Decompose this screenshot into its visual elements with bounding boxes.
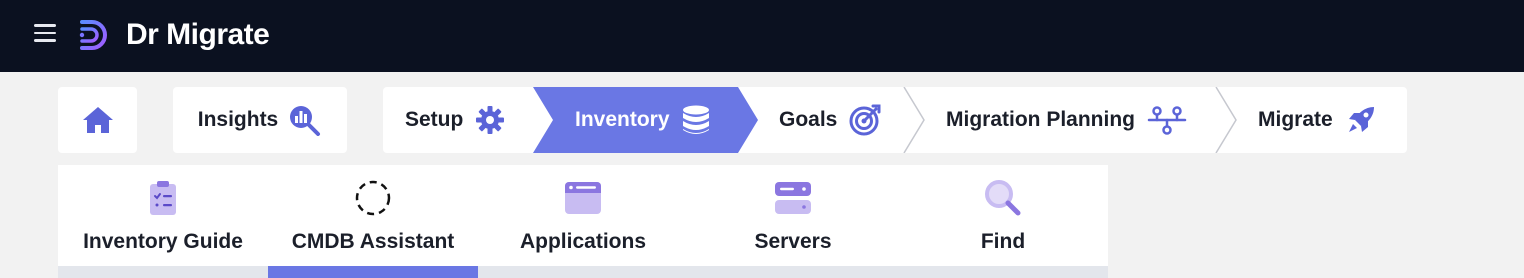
database-icon bbox=[682, 105, 709, 134]
subtab-active-indicator bbox=[268, 266, 478, 278]
server-icon bbox=[775, 182, 811, 214]
subtab-label: Applications bbox=[519, 230, 646, 253]
subtab-label: Inventory Guide bbox=[83, 230, 243, 253]
subtab-label: Find bbox=[980, 230, 1026, 253]
breadcrumb-setup[interactable]: Setup bbox=[405, 87, 505, 153]
gear-icon bbox=[476, 106, 505, 134]
breadcrumb-label: Migrate bbox=[1258, 108, 1333, 131]
subtab-label: CMDB Assistant bbox=[291, 230, 455, 253]
subtab-track bbox=[58, 266, 1108, 278]
breadcrumb-migration-planning[interactable]: Migration Planning bbox=[946, 87, 1187, 153]
subtab-find[interactable]: Find bbox=[898, 165, 1108, 265]
breadcrumb-strip bbox=[383, 87, 1407, 153]
breadcrumb-migrate[interactable]: Migrate bbox=[1258, 87, 1377, 153]
subtab-cmdb-assistant[interactable]: CMDB Assistant bbox=[268, 165, 478, 265]
hamburger-menu-icon[interactable] bbox=[34, 24, 56, 44]
dr-migrate-logo-icon bbox=[79, 20, 107, 50]
breadcrumb-insights[interactable]: Insights bbox=[173, 87, 347, 153]
app-window-icon bbox=[565, 182, 601, 214]
subtab-applications[interactable]: Applications bbox=[478, 165, 688, 265]
breadcrumb-goals[interactable]: Goals bbox=[779, 87, 881, 153]
breadcrumb-home[interactable] bbox=[58, 87, 137, 153]
breadcrumb-label: Setup bbox=[405, 108, 464, 131]
app-title: Dr Migrate bbox=[126, 18, 270, 51]
subtab-servers[interactable]: Servers bbox=[688, 165, 898, 265]
clipboard-checklist-icon bbox=[150, 181, 176, 215]
breadcrumb-label: Migration Planning bbox=[946, 108, 1135, 131]
subtab-inventory-guide[interactable]: Inventory Guide bbox=[58, 165, 268, 265]
target-icon bbox=[849, 104, 881, 136]
magnifier-icon bbox=[985, 180, 1021, 216]
rocket-icon bbox=[1348, 107, 1374, 132]
breadcrumb-inventory[interactable]: Inventory bbox=[575, 87, 710, 153]
network-icon bbox=[1147, 106, 1187, 135]
chart-search-icon bbox=[290, 106, 321, 136]
home-icon bbox=[82, 107, 113, 133]
breadcrumb-label: Inventory bbox=[575, 108, 670, 131]
dashed-circle-icon bbox=[355, 180, 391, 216]
breadcrumb-label: Goals bbox=[779, 108, 838, 131]
subtab-label: Servers bbox=[754, 230, 832, 253]
breadcrumb-label: Insights bbox=[197, 108, 279, 131]
